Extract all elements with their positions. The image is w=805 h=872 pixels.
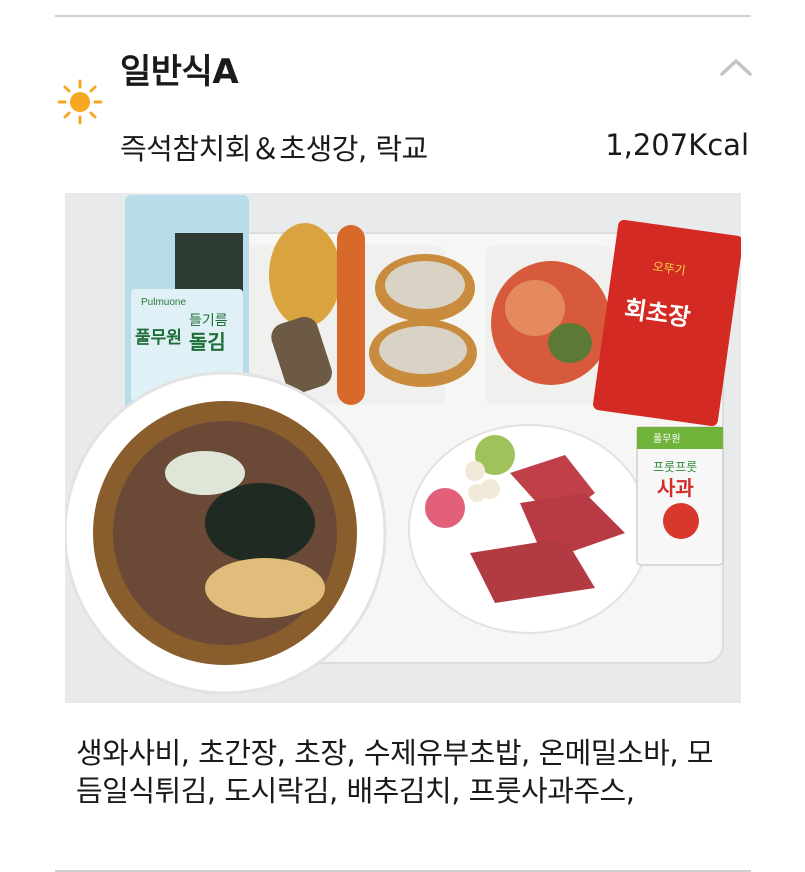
- kimchi: [491, 261, 611, 385]
- seaweed-name2: 돌김: [189, 330, 226, 354]
- meal-title: 일반식A: [120, 52, 239, 92]
- top-divider: [55, 15, 751, 17]
- juice-name: 사과: [657, 476, 694, 500]
- seaweed-name: 들기름: [189, 313, 228, 329]
- juice-line: 프룻프룻: [653, 460, 697, 474]
- chevron-up-icon[interactable]: [718, 54, 754, 78]
- soba-bowl: [65, 371, 387, 695]
- side-dishes-text: 생와사비, 초간장, 초장, 수제유부초밥, 온메밀소바, 모듬일식튀김, 도시…: [76, 736, 713, 808]
- sun-icon: [57, 79, 103, 125]
- seaweed-brand: 풀무원: [135, 328, 182, 348]
- juice-brand: 풀무원: [653, 433, 681, 445]
- juice-box: 풀무원 프룻프룻 사과: [636, 426, 724, 566]
- main-menu-text: 즉석참치회＆초생강, 락교: [120, 132, 428, 166]
- sashimi-plate: [408, 424, 650, 634]
- meal-photo: Pulmuone 풀무원 들기름 돌김 회초장 오뚜기 풀무원 프룻프룻 사과: [65, 193, 741, 703]
- calorie-text: 1,207Kcal: [605, 128, 749, 162]
- seaweed-maker: Pulmuone: [141, 297, 186, 308]
